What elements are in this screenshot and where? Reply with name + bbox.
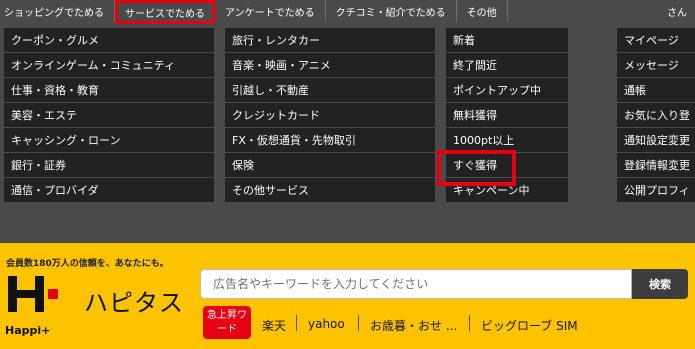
menu-item-public-profile[interactable]: 公開プロフィ xyxy=(617,178,695,202)
menu-item-account-info[interactable]: 登録情報変更 xyxy=(617,153,695,177)
menu-item-mypage[interactable]: マイページ xyxy=(617,28,695,52)
account-column: マイページ メッセージ 通帳 お気に入り登 通知設定変更 登録情報変更 公開プロ… xyxy=(617,28,695,203)
service-category-column: クーポン・グルメ オンラインゲーム・コミュニティ 仕事・資格・教育 美容・エステ… xyxy=(4,28,214,203)
tab-review[interactable]: クチコミ・紹介でためる xyxy=(326,0,457,22)
keyword-link[interactable]: yahoo xyxy=(308,317,345,331)
menu-item-coupon-gourmet[interactable]: クーポン・グルメ xyxy=(4,28,214,52)
menu-item-travel[interactable]: 旅行・レンタカー xyxy=(225,28,435,52)
rising-keywords-badge: 急上昇ワード xyxy=(203,306,251,339)
menu-item-telecom[interactable]: 通信・プロバイダ xyxy=(4,178,214,202)
footer-bar: 会員数180万人の信頼を、あなたにも。 Happi+ ハピタス 検索 急上昇ワー… xyxy=(0,243,695,349)
menu-item-passbook[interactable]: 通帳 xyxy=(617,78,695,102)
tagline: 会員数180万人の信頼を、あなたにも。 xyxy=(6,259,169,269)
menu-item-instant[interactable]: すぐ獲得 xyxy=(446,153,568,177)
menu-item-campaign[interactable]: キャンペーン中 xyxy=(446,178,568,202)
menu-item-credit-card[interactable]: クレジットカード xyxy=(225,103,435,127)
tab-other[interactable]: その他 xyxy=(457,0,508,22)
keyword-link[interactable]: 楽天 xyxy=(262,317,286,334)
keyword-divider xyxy=(296,315,297,331)
menu-item-1000pt[interactable]: 1000pt以上 xyxy=(446,128,568,152)
menu-item-online-game[interactable]: オンラインゲーム・コミュニティ xyxy=(4,53,214,77)
keyword-link[interactable]: お歳暮・おせ ... xyxy=(370,317,457,334)
menu-item-ending-soon[interactable]: 終了間近 xyxy=(446,53,568,77)
menu-item-beauty[interactable]: 美容・エステ xyxy=(4,103,214,127)
menu-item-other-services[interactable]: その他サービス xyxy=(225,178,435,202)
menu-item-moving-realestate[interactable]: 引越し・不動産 xyxy=(225,78,435,102)
logo-subtext: Happi+ xyxy=(5,324,51,337)
menu-item-point-up[interactable]: ポイントアップ中 xyxy=(446,78,568,102)
menu-item-job-education[interactable]: 仕事・資格・教育 xyxy=(4,78,214,102)
keyword-link[interactable]: ビッグローブ SIM xyxy=(481,317,578,334)
search-input[interactable] xyxy=(200,269,632,299)
logo-name[interactable]: ハピタス xyxy=(84,283,184,318)
tab-survey[interactable]: アンケートでためる xyxy=(215,0,326,22)
menu-item-bank-securities[interactable]: 銀行・証券 xyxy=(4,153,214,177)
logo-icon[interactable] xyxy=(8,276,44,312)
menu-item-fx[interactable]: FX・仮想通貨・先物取引 xyxy=(225,128,435,152)
user-name[interactable]: さん xyxy=(667,4,687,19)
filter-column: 新着 終了間近 ポイントアップ中 無料獲得 1000pt以上 すぐ獲得 キャンペ… xyxy=(446,28,568,203)
menu-item-new[interactable]: 新着 xyxy=(446,28,568,52)
menu-item-insurance[interactable]: 保険 xyxy=(225,153,435,177)
search-button[interactable]: 検索 xyxy=(632,269,688,299)
service-category-column-2: 旅行・レンタカー 音楽・映画・アニメ 引越し・不動産 クレジットカード FX・仮… xyxy=(225,28,435,203)
menu-item-cashing-loan[interactable]: キャッシング・ローン xyxy=(4,128,214,152)
tab-shopping[interactable]: ショッピングでためる xyxy=(0,0,115,22)
menu-item-message[interactable]: メッセージ xyxy=(617,53,695,77)
logo-dot-icon xyxy=(48,289,58,299)
menu-item-free[interactable]: 無料獲得 xyxy=(446,103,568,127)
menu-item-notification[interactable]: 通知設定変更 xyxy=(617,128,695,152)
top-nav: ショッピングでためる サービスでためる アンケートでためる クチコミ・紹介でため… xyxy=(0,0,695,26)
menu-item-music-movie[interactable]: 音楽・映画・アニメ xyxy=(225,53,435,77)
keyword-divider xyxy=(358,315,359,331)
tab-service[interactable]: サービスでためる xyxy=(115,0,215,24)
keyword-divider xyxy=(469,315,470,331)
menu-item-favorites[interactable]: お気に入り登 xyxy=(617,103,695,127)
